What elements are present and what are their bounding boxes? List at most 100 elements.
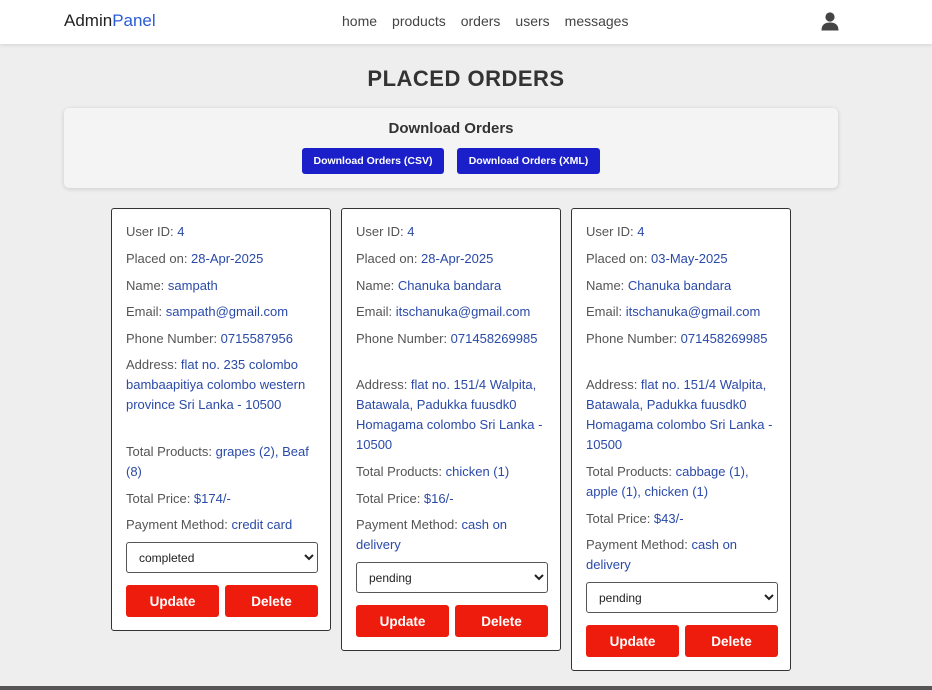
order-total-products: Total Products: chicken (1) <box>356 462 548 482</box>
order-user-id: User ID: 4 <box>356 222 548 242</box>
delete-button[interactable]: Delete <box>685 625 778 657</box>
order-address: Address: flat no. 151/4 Walpita, Batawal… <box>586 375 778 455</box>
total-price-value: $43/- <box>653 511 684 526</box>
logo-main: Admin <box>64 11 113 30</box>
placed-on-value: 28-Apr-2025 <box>191 251 264 266</box>
phone-label: Phone Number: <box>356 331 451 346</box>
email-value: sampath@gmail.com <box>165 304 289 319</box>
user-id-label: User ID: <box>586 224 638 239</box>
address-label: Address: <box>586 377 641 392</box>
order-name: Name: Chanuka bandara <box>356 276 548 296</box>
order-phone: Phone Number: 071458269985 <box>586 329 778 349</box>
phone-value: 0715587956 <box>220 331 293 346</box>
top-header: AdminPanel home products orders users me… <box>0 0 932 44</box>
order-name: Name: Chanuka bandara <box>586 276 778 296</box>
order-email: Email: itschanuka@gmail.com <box>356 302 548 322</box>
total-price-label: Total Price: <box>586 511 654 526</box>
phone-label: Phone Number: <box>126 331 221 346</box>
logo[interactable]: AdminPanel <box>64 11 156 31</box>
order-total-price: Total Price: $43/- <box>586 509 778 529</box>
order-address: Address: flat no. 151/4 Walpita, Batawal… <box>356 375 548 455</box>
nav-products[interactable]: products <box>392 13 446 29</box>
name-value: Chanuka bandara <box>627 278 732 293</box>
payment-method-value: credit card <box>231 517 293 532</box>
user-id-label: User ID: <box>356 224 408 239</box>
order-payment-method: Payment Method: cash on delivery <box>356 515 548 555</box>
delete-button[interactable]: Delete <box>455 605 548 637</box>
payment-method-label: Payment Method: <box>126 517 232 532</box>
name-value: Chanuka bandara <box>397 278 502 293</box>
email-label: Email: <box>356 304 396 319</box>
order-card: User ID: 4 Placed on: 03-May-2025 Name: … <box>571 208 791 671</box>
order-payment-method: Payment Method: cash on delivery <box>586 535 778 575</box>
email-value: itschanuka@gmail.com <box>625 304 761 319</box>
payment-method-label: Payment Method: <box>356 517 462 532</box>
download-orders-title: Download Orders <box>388 120 514 137</box>
order-user-id: User ID: 4 <box>126 222 318 242</box>
total-price-label: Total Price: <box>126 491 194 506</box>
download-orders-panel: Download Orders Download Orders (CSV) Do… <box>64 108 838 188</box>
total-price-value: $16/- <box>423 491 454 506</box>
order-email: Email: itschanuka@gmail.com <box>586 302 778 322</box>
user-id-value: 4 <box>177 224 185 239</box>
placed-on-label: Placed on: <box>356 251 422 266</box>
phone-value: 071458269985 <box>450 331 538 346</box>
email-label: Email: <box>126 304 166 319</box>
order-placed-on: Placed on: 28-Apr-2025 <box>356 249 548 269</box>
nav-users[interactable]: users <box>515 13 549 29</box>
placed-on-label: Placed on: <box>586 251 652 266</box>
logo-accent: Panel <box>112 11 156 30</box>
address-label: Address: <box>356 377 411 392</box>
email-value: itschanuka@gmail.com <box>395 304 531 319</box>
placed-on-value: 28-Apr-2025 <box>421 251 494 266</box>
placed-on-label: Placed on: <box>126 251 192 266</box>
order-user-id: User ID: 4 <box>586 222 778 242</box>
nav-orders[interactable]: orders <box>461 13 501 29</box>
order-phone: Phone Number: 0715587956 <box>126 329 318 349</box>
order-placed-on: Placed on: 03-May-2025 <box>586 249 778 269</box>
address-label: Address: <box>126 357 181 372</box>
order-email: Email: sampath@gmail.com <box>126 302 318 322</box>
total-products-value: chicken (1) <box>445 464 510 479</box>
total-products-label: Total Products: <box>356 464 446 479</box>
user-id-value: 4 <box>637 224 645 239</box>
payment-method-label: Payment Method: <box>586 537 692 552</box>
order-phone: Phone Number: 071458269985 <box>356 329 548 349</box>
phone-label: Phone Number: <box>586 331 681 346</box>
user-id-value: 4 <box>407 224 415 239</box>
name-label: Name: <box>586 278 628 293</box>
delete-button[interactable]: Delete <box>225 585 318 617</box>
download-csv-button[interactable]: Download Orders (CSV) <box>302 148 444 174</box>
order-payment-method: Payment Method: credit card <box>126 515 318 535</box>
order-status-select[interactable]: pending <box>356 562 548 593</box>
order-status-select[interactable]: pending <box>586 582 778 613</box>
total-price-label: Total Price: <box>356 491 424 506</box>
order-card: User ID: 4 Placed on: 28-Apr-2025 Name: … <box>341 208 561 651</box>
total-price-value: $174/- <box>193 491 231 506</box>
placed-on-value: 03-May-2025 <box>651 251 728 266</box>
name-value: sampath <box>167 278 218 293</box>
name-label: Name: <box>356 278 398 293</box>
order-status-select[interactable]: completed <box>126 542 318 573</box>
user-icon[interactable] <box>820 11 840 31</box>
email-label: Email: <box>586 304 626 319</box>
order-placed-on: Placed on: 28-Apr-2025 <box>126 249 318 269</box>
name-label: Name: <box>126 278 168 293</box>
user-id-label: User ID: <box>126 224 178 239</box>
update-button[interactable]: Update <box>126 585 219 617</box>
footer-edge <box>0 686 932 690</box>
total-products-label: Total Products: <box>126 444 216 459</box>
update-button[interactable]: Update <box>586 625 679 657</box>
order-total-price: Total Price: $16/- <box>356 489 548 509</box>
download-xml-button[interactable]: Download Orders (XML) <box>457 148 600 174</box>
order-total-price: Total Price: $174/- <box>126 489 318 509</box>
nav-messages[interactable]: messages <box>565 13 629 29</box>
main-nav: home products orders users messages <box>342 13 628 29</box>
update-button[interactable]: Update <box>356 605 449 637</box>
total-products-label: Total Products: <box>586 464 676 479</box>
order-total-products: Total Products: grapes (2), Beaf (8) <box>126 442 318 482</box>
order-card: User ID: 4 Placed on: 28-Apr-2025 Name: … <box>111 208 331 631</box>
page-title: PLACED ORDERS <box>367 66 565 91</box>
order-name: Name: sampath <box>126 276 318 296</box>
nav-home[interactable]: home <box>342 13 377 29</box>
